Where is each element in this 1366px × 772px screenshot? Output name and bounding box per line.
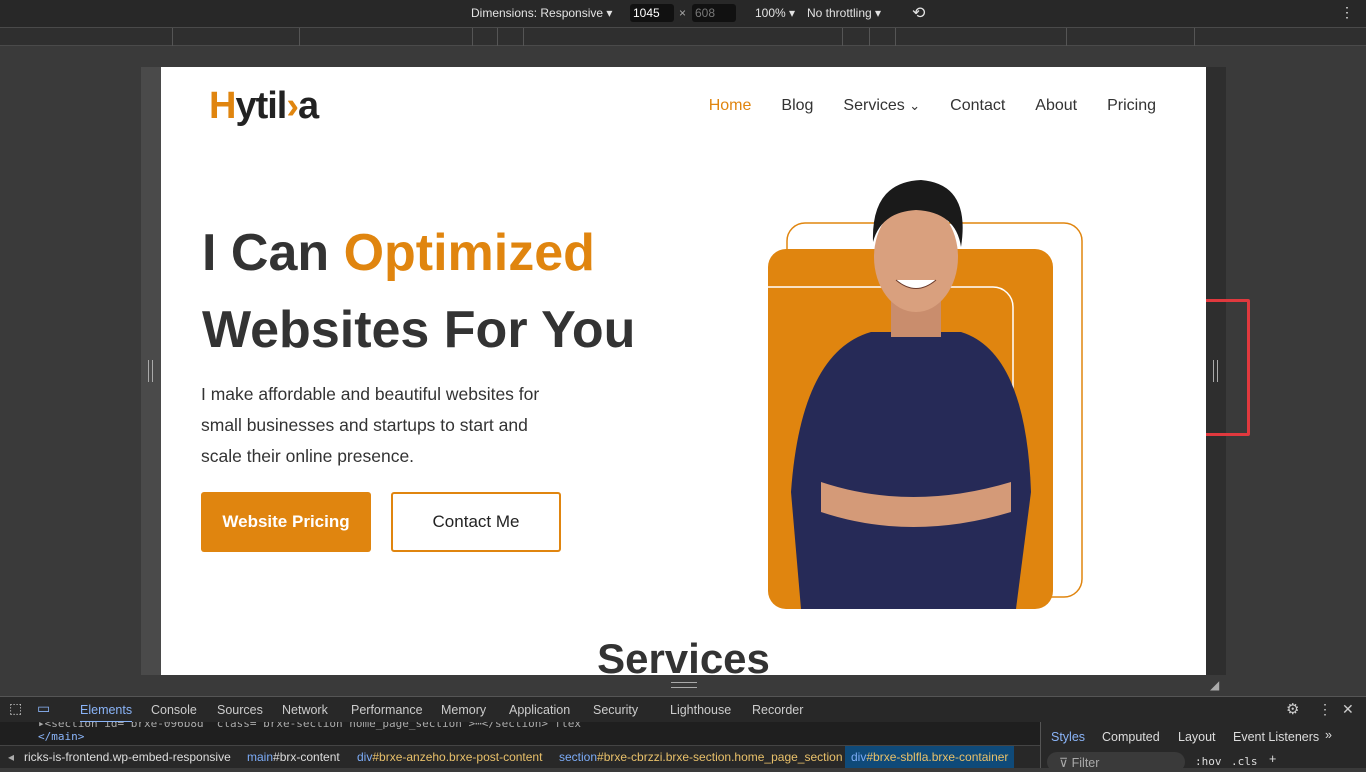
resize-corner-icon[interactable]: ◢ (1210, 678, 1219, 692)
times-sign: × (679, 6, 687, 20)
more-icon[interactable]: ⋮ (1318, 701, 1332, 718)
tab-console[interactable]: Console (151, 703, 197, 717)
page-viewport: Hytil›a Home Blog Services ⌄ Contact Abo… (161, 67, 1206, 675)
hero-portrait (768, 180, 1083, 609)
crumb-selected[interactable]: div#brxe-sblfla.brxe-container (845, 746, 1015, 768)
logo[interactable]: Hytil›a (209, 85, 319, 128)
tab-network[interactable]: Network (282, 703, 328, 717)
styles-pane: Styles Computed Layout Event Listeners »… (1040, 722, 1366, 772)
resize-handle-left[interactable] (141, 67, 161, 675)
crumb[interactable]: section#brxe-cbrzzi.brxe-section.home_pa… (559, 750, 843, 764)
add-rule-icon[interactable]: + (1269, 752, 1276, 766)
crumb[interactable]: ricks-is-frontend.wp-embed-responsive (24, 750, 231, 764)
tab-event-listeners[interactable]: Event Listeners (1233, 730, 1319, 744)
main-nav: Home Blog Services ⌄ Contact About Prici… (709, 97, 1156, 115)
hero-lead: I make affordable and beautiful websites… (201, 384, 540, 466)
tab-performance[interactable]: Performance (351, 703, 423, 717)
dimensions-dropdown[interactable]: Dimensions: Responsive ▾ (471, 6, 612, 20)
devtools-tabbar: ⬚ ▭ Elements Console Sources Network Per… (0, 696, 1366, 723)
more-tabs-icon[interactable]: » (1325, 728, 1332, 742)
hero-title: I Can Optimized Websites For You (202, 224, 636, 359)
zoom-dropdown[interactable]: 100% ▾ (755, 6, 795, 20)
tab-recorder[interactable]: Recorder (752, 703, 803, 717)
services-heading: Services (597, 635, 770, 675)
dom-node[interactable]: ▸<section id="brxe-096b8d" class="brxe-s… (0, 722, 1040, 730)
height-input[interactable]: 608 (692, 4, 736, 22)
nav-home[interactable]: Home (709, 97, 752, 115)
throttling-dropdown[interactable]: No throttling ▾ (807, 6, 881, 20)
width-input[interactable]: 1045 (630, 4, 674, 22)
nav-about[interactable]: About (1035, 97, 1077, 115)
dom-tree[interactable]: ▸<section id="brxe-096b8d" class="brxe-s… (0, 722, 1040, 745)
media-query-ruler[interactable] (0, 27, 1366, 46)
breadcrumb: ◂ ricks-is-frontend.wp-embed-responsive … (0, 745, 1040, 768)
crumb[interactable]: main#brx-content (247, 750, 340, 764)
device-toolbar: Dimensions: Responsive ▾ 1045 × 608 100%… (0, 0, 1366, 27)
crumb[interactable]: div#brxe-anzeho.brxe-post-content (357, 750, 542, 764)
tab-security[interactable]: Security (593, 703, 638, 717)
hov-button[interactable]: :hov (1195, 755, 1222, 768)
nav-contact[interactable]: Contact (950, 97, 1005, 115)
tab-application[interactable]: Application (509, 703, 570, 717)
device-toolbar-icon[interactable]: ▭ (37, 700, 50, 717)
website-pricing-button[interactable]: Website Pricing (201, 492, 371, 552)
rotate-icon[interactable]: ⟲ (912, 3, 925, 23)
settings-icon[interactable]: ⚙ (1286, 700, 1299, 718)
tab-styles[interactable]: Styles (1051, 730, 1085, 744)
nav-pricing[interactable]: Pricing (1107, 97, 1156, 115)
cls-button[interactable]: .cls (1231, 755, 1258, 768)
resize-handle-bottom[interactable] (671, 682, 697, 688)
more-options-icon[interactable]: ⋮ (1340, 4, 1354, 21)
tab-sources[interactable]: Sources (217, 703, 263, 717)
close-icon[interactable]: ✕ (1342, 701, 1354, 718)
tab-computed[interactable]: Computed (1102, 730, 1160, 744)
styles-filter-input[interactable]: ⊽ Filter (1047, 752, 1185, 772)
dom-node[interactable]: </main> (0, 730, 1040, 743)
scroll-left-icon[interactable]: ◂ (8, 750, 14, 764)
chevron-down-icon: ⌄ (909, 98, 921, 113)
tab-memory[interactable]: Memory (441, 703, 486, 717)
tab-lighthouse[interactable]: Lighthouse (670, 703, 731, 717)
tab-elements[interactable]: Elements (80, 703, 133, 723)
nav-blog[interactable]: Blog (781, 97, 813, 115)
tab-layout[interactable]: Layout (1178, 730, 1216, 744)
inspect-element-icon[interactable]: ⬚ (9, 700, 22, 717)
contact-me-button[interactable]: Contact Me (391, 492, 561, 552)
nav-services[interactable]: Services ⌄ (843, 97, 920, 115)
